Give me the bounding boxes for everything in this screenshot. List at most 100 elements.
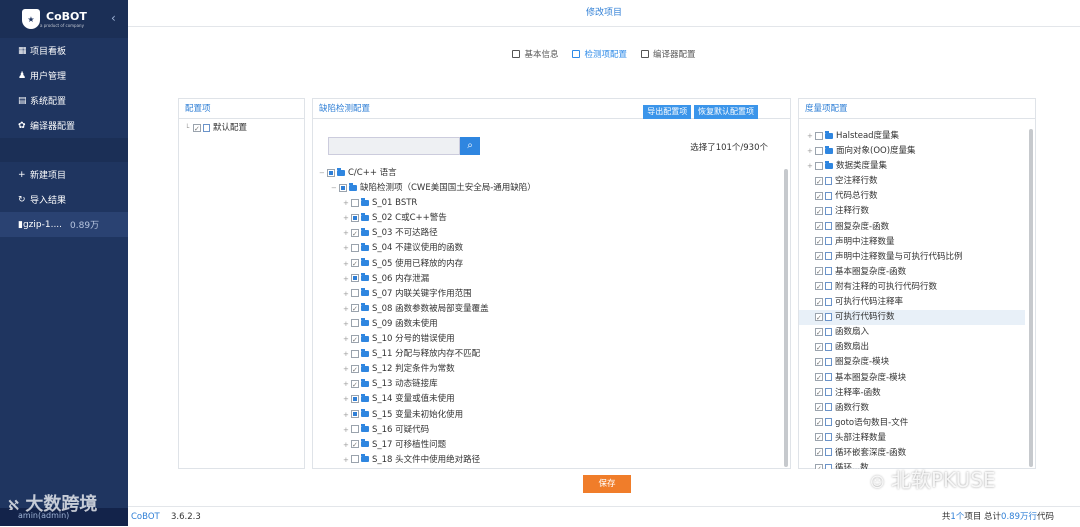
- sidebar-item-3[interactable]: ✿ 编译器配置: [0, 113, 128, 138]
- checkbox[interactable]: [351, 438, 359, 453]
- expand-toggle-icon[interactable]: +: [807, 129, 815, 144]
- search-input[interactable]: [328, 137, 460, 155]
- checkbox[interactable]: [351, 243, 359, 252]
- checkbox[interactable]: [351, 410, 359, 418]
- tree-node[interactable]: + S_03 不可达路径: [319, 226, 779, 242]
- tree-node[interactable]: + S_12 判定条件为常数: [319, 362, 779, 378]
- config-tree-root[interactable]: └ 默认配置: [179, 119, 304, 137]
- tree-node[interactable]: + S_18 头文件中使用绝对路径: [319, 453, 779, 468]
- metric-node[interactable]: 代码总行数: [799, 189, 1025, 205]
- checkbox[interactable]: [815, 190, 823, 205]
- tree-node[interactable]: + S_13 动态链接库: [319, 377, 779, 393]
- checkbox[interactable]: [815, 311, 823, 326]
- checkbox[interactable]: [351, 425, 359, 434]
- sidebar-item-1[interactable]: ♟ 用户管理: [0, 63, 128, 88]
- tree-node[interactable]: + S_09 函数未使用: [319, 317, 779, 332]
- checkbox[interactable]: [351, 378, 359, 393]
- expand-toggle-icon[interactable]: +: [343, 272, 351, 287]
- expand-toggle-icon[interactable]: +: [343, 211, 351, 226]
- checkbox[interactable]: [339, 183, 347, 192]
- tree-node[interactable]: + S_05 使用已释放的内存: [319, 257, 779, 272]
- tree-node[interactable]: + S_11 分配与释放内存不匹配: [319, 347, 779, 362]
- sidebar-item-0[interactable]: ▦ 项目看板: [0, 38, 128, 63]
- metric-node[interactable]: 圈复杂度-函数: [799, 220, 1025, 235]
- checkbox[interactable]: [815, 462, 823, 469]
- checkbox[interactable]: [815, 235, 823, 250]
- tree-node[interactable]: + S_04 不建议使用的函数: [319, 241, 779, 256]
- tree-node[interactable]: + S_15 变量未初始化使用: [319, 408, 779, 423]
- expand-toggle-icon[interactable]: −: [319, 166, 327, 181]
- expand-toggle-icon[interactable]: +: [343, 392, 351, 407]
- metric-node[interactable]: 函数扇出: [799, 340, 1025, 356]
- checkbox[interactable]: [815, 431, 823, 446]
- defect-scrollbar[interactable]: [784, 169, 788, 467]
- expand-toggle-icon[interactable]: +: [343, 408, 351, 423]
- metric-node[interactable]: 注释率-函数: [799, 386, 1025, 401]
- sidebar-item-2[interactable]: ▤ 系统配置: [0, 88, 128, 113]
- export-config-button[interactable]: 导出配置项: [643, 105, 692, 119]
- expand-toggle-icon[interactable]: +: [343, 332, 351, 347]
- expand-toggle-icon[interactable]: +: [343, 241, 351, 256]
- metric-node[interactable]: 可执行代码行数: [799, 310, 1025, 326]
- sidebar-project-item[interactable]: ▮ gzip-1.... 0.89万: [0, 212, 128, 237]
- expand-toggle-icon[interactable]: +: [343, 287, 351, 302]
- metric-node[interactable]: 圈复杂度-模块: [799, 355, 1025, 371]
- checkbox[interactable]: [327, 168, 335, 177]
- metric-scrollbar[interactable]: [1029, 129, 1033, 467]
- checkbox[interactable]: [815, 146, 823, 155]
- tree-node[interactable]: + S_10 分号的错误使用: [319, 332, 779, 348]
- checkbox[interactable]: [815, 401, 823, 416]
- tree-node[interactable]: − C/C++ 语言: [319, 166, 779, 181]
- expand-toggle-icon[interactable]: +: [343, 377, 351, 392]
- tab-0[interactable]: 基本信息: [512, 45, 558, 63]
- metric-node[interactable]: 基本圈复杂度-函数: [799, 265, 1025, 280]
- expand-toggle-icon[interactable]: +: [343, 317, 351, 332]
- metric-node[interactable]: + 数据类度量集: [799, 159, 1025, 174]
- metric-node[interactable]: 头部注释数量: [799, 431, 1025, 446]
- expand-toggle-icon[interactable]: +: [343, 302, 351, 317]
- expand-toggle-icon[interactable]: +: [343, 362, 351, 377]
- expand-toggle-icon[interactable]: +: [343, 257, 351, 272]
- expand-toggle-icon[interactable]: +: [343, 423, 351, 438]
- expand-toggle-icon[interactable]: +: [807, 159, 815, 174]
- sidebar-action-0[interactable]: + 新建项目: [0, 162, 128, 187]
- collapse-sidebar-icon[interactable]: ‹: [111, 11, 116, 25]
- checkbox[interactable]: [351, 363, 359, 378]
- checkbox[interactable]: [815, 280, 823, 295]
- checkbox[interactable]: [815, 386, 823, 401]
- metric-node[interactable]: 注释行数: [799, 204, 1025, 220]
- metric-node[interactable]: 声明中注释数量: [799, 235, 1025, 250]
- checkbox[interactable]: [815, 205, 823, 220]
- tree-node[interactable]: + S_14 变量或值未使用: [319, 392, 779, 407]
- metric-node[interactable]: 附有注释的可执行代码行数: [799, 280, 1025, 295]
- checkbox[interactable]: [815, 250, 823, 265]
- tree-node[interactable]: + S_17 可移植性问题: [319, 438, 779, 453]
- tree-node[interactable]: + S_06 内存泄漏: [319, 272, 779, 287]
- tree-node[interactable]: + S_02 C或C++警告: [319, 211, 779, 226]
- expand-toggle-icon[interactable]: +: [343, 347, 351, 362]
- checkbox[interactable]: [815, 175, 823, 190]
- checkbox[interactable]: [815, 296, 823, 311]
- checkbox[interactable]: [351, 213, 359, 222]
- metric-node[interactable]: 空注释行数: [799, 174, 1025, 190]
- metric-node[interactable]: 函数行数: [799, 401, 1025, 416]
- checkbox[interactable]: [351, 319, 359, 328]
- metric-node[interactable]: 基本圈复杂度-模块: [799, 371, 1025, 386]
- checkbox[interactable]: [815, 161, 823, 170]
- checkbox[interactable]: [351, 349, 359, 358]
- checkbox[interactable]: [351, 289, 359, 298]
- checkbox[interactable]: [351, 394, 359, 403]
- metric-node[interactable]: + Halstead度量集: [799, 129, 1025, 144]
- checkbox[interactable]: [351, 198, 359, 207]
- checkbox[interactable]: [351, 455, 359, 464]
- expand-toggle-icon[interactable]: +: [343, 226, 351, 241]
- checkbox[interactable]: [815, 131, 823, 140]
- save-button[interactable]: 保存: [583, 475, 631, 493]
- expand-toggle-icon[interactable]: +: [343, 438, 351, 453]
- checkbox[interactable]: [815, 341, 823, 356]
- metric-node[interactable]: goto语句数目-文件: [799, 416, 1025, 431]
- metric-node[interactable]: + 面向对象(OO)度量集: [799, 144, 1025, 159]
- tree-node[interactable]: + S_08 函数参数被局部变量覆盖: [319, 302, 779, 317]
- checkbox[interactable]: [351, 227, 359, 242]
- metric-node[interactable]: 循环嵌套深度-函数: [799, 446, 1025, 461]
